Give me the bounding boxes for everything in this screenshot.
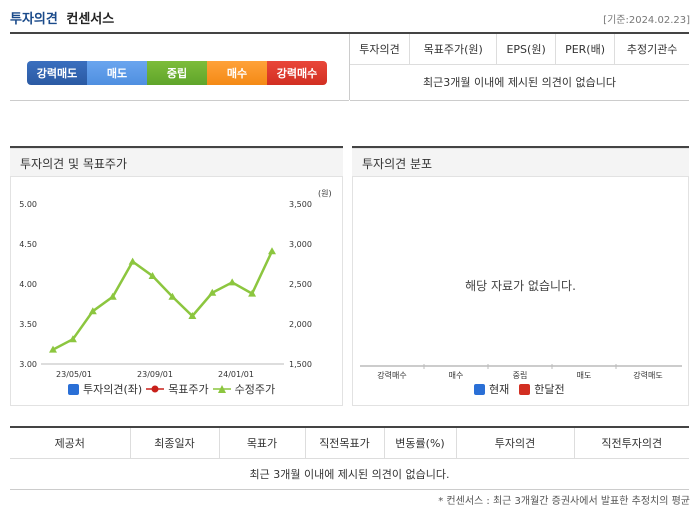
col-opinion: 투자의견 [456, 426, 575, 459]
category-label: 중립 [513, 371, 528, 380]
legend-target-price: 목표주가 [168, 383, 209, 396]
panel-title: 투자의견 및 목표주가 [10, 149, 343, 177]
distribution-legend: 현재 한달전 [474, 381, 565, 397]
y-left-tick: 4.00 [19, 280, 37, 289]
consensus-table: 투자의견 목표주가(원) EPS(원) PER(배) 추정기관수 최근3개월 이… [350, 34, 689, 101]
x-axis: 23/05/01 23/09/01 24/01/01 [56, 370, 254, 379]
opinion-price-chart: (원) 5.00 4.50 4.00 3.50 3.00 3,500 3,000 2,500… [19, 189, 332, 379]
divider [10, 100, 349, 101]
category-label: 매수 [449, 371, 464, 380]
y-left-tick: 3.00 [19, 360, 37, 369]
base-date: [기준:2024.02.23] [603, 15, 690, 26]
panel-title: 투자의견 분포 [352, 149, 689, 177]
x-tick: 23/09/01 [137, 370, 173, 379]
legend-opinion: 투자의견(좌) [83, 383, 143, 396]
price-line [52, 250, 274, 351]
category-label: 매도 [577, 371, 592, 380]
col-estimate-count: 추정기관수 [614, 34, 689, 65]
opinion-sell: 매도 [87, 61, 147, 85]
col-change-rate: 변동률(%) [384, 426, 457, 459]
y-left-tick: 5.00 [19, 200, 37, 209]
price-point [228, 278, 237, 286]
y-left-tick: 3.50 [19, 320, 37, 329]
col-provider: 제공처 [10, 426, 131, 459]
legend-adjusted-price: 수정주가 [234, 383, 276, 396]
section-title-sub: 컨센서스 [66, 12, 115, 27]
y-right-tick: 3,000 [289, 240, 312, 249]
col-eps: EPS(원) [496, 34, 556, 65]
price-points [49, 247, 276, 353]
legend-current: 현재 [489, 383, 510, 396]
legend-month-ago: 한달전 [534, 383, 565, 396]
col-target-price: 목표주가(원) [409, 34, 498, 65]
broker-opinion-table: 제공처 최종일자 목표가 직전목표가 변동률(%) 투자의견 직전투자의견 최근… [10, 426, 689, 490]
price-point [268, 247, 276, 255]
col-opinion: 투자의견 [350, 34, 410, 65]
opinion-strong-buy: 강력매수 [267, 61, 327, 85]
opinion-strong-sell: 강력매도 [27, 61, 87, 85]
col-target: 목표가 [219, 426, 306, 459]
chart-legend: 투자의견(좌) 목표주가 수정주가 [68, 381, 275, 397]
col-prev-opinion: 직전투자의견 [574, 426, 689, 459]
legend-swatch [68, 383, 79, 395]
section-title-main: 투자의견 [10, 12, 58, 27]
section-title: 투자의견 컨센서스 [10, 8, 114, 27]
y-right-tick: 2,500 [289, 280, 312, 289]
x-tick: 23/05/01 [56, 370, 92, 379]
legend-swatch [474, 383, 485, 395]
col-per: PER(배) [555, 34, 616, 65]
category-label: 강력매수 [377, 370, 406, 380]
target-price-marker-icon [146, 385, 165, 393]
col-prev-target: 직전목표가 [305, 426, 385, 459]
x-tick: 24/01/01 [218, 370, 254, 379]
y-left-axis: 5.00 4.50 4.00 3.50 3.00 [19, 200, 37, 369]
y-right-tick: 3,500 [289, 200, 312, 209]
y-right-axis: 3,500 3,000 2,500 2,000 1,500 [289, 200, 312, 369]
no-data-message: 최근3개월 이내에 제시된 의견이 없습니다 [350, 64, 689, 101]
opinion-neutral: 중립 [147, 61, 207, 85]
no-data-message: 해당 자료가 없습니다. [465, 279, 576, 293]
price-point [128, 257, 137, 265]
y-left-tick: 4.50 [19, 240, 37, 249]
unit-label: (원) [318, 189, 332, 198]
adjusted-price-marker-icon [212, 385, 231, 393]
no-data-message: 최근 3개월 이내에 제시된 의견이 없습니다. [10, 458, 689, 490]
y-right-tick: 2,000 [289, 320, 312, 329]
legend-swatch [519, 383, 531, 395]
footnote: * 컨센서스 : 최근 3개월간 증권사에서 발표한 추정치의 평균 [438, 496, 690, 507]
y-right-tick: 1,500 [289, 360, 312, 369]
category-label: 강력매도 [633, 370, 662, 380]
col-last-date: 최종일자 [130, 426, 220, 459]
opinion-buy: 매수 [207, 61, 267, 85]
